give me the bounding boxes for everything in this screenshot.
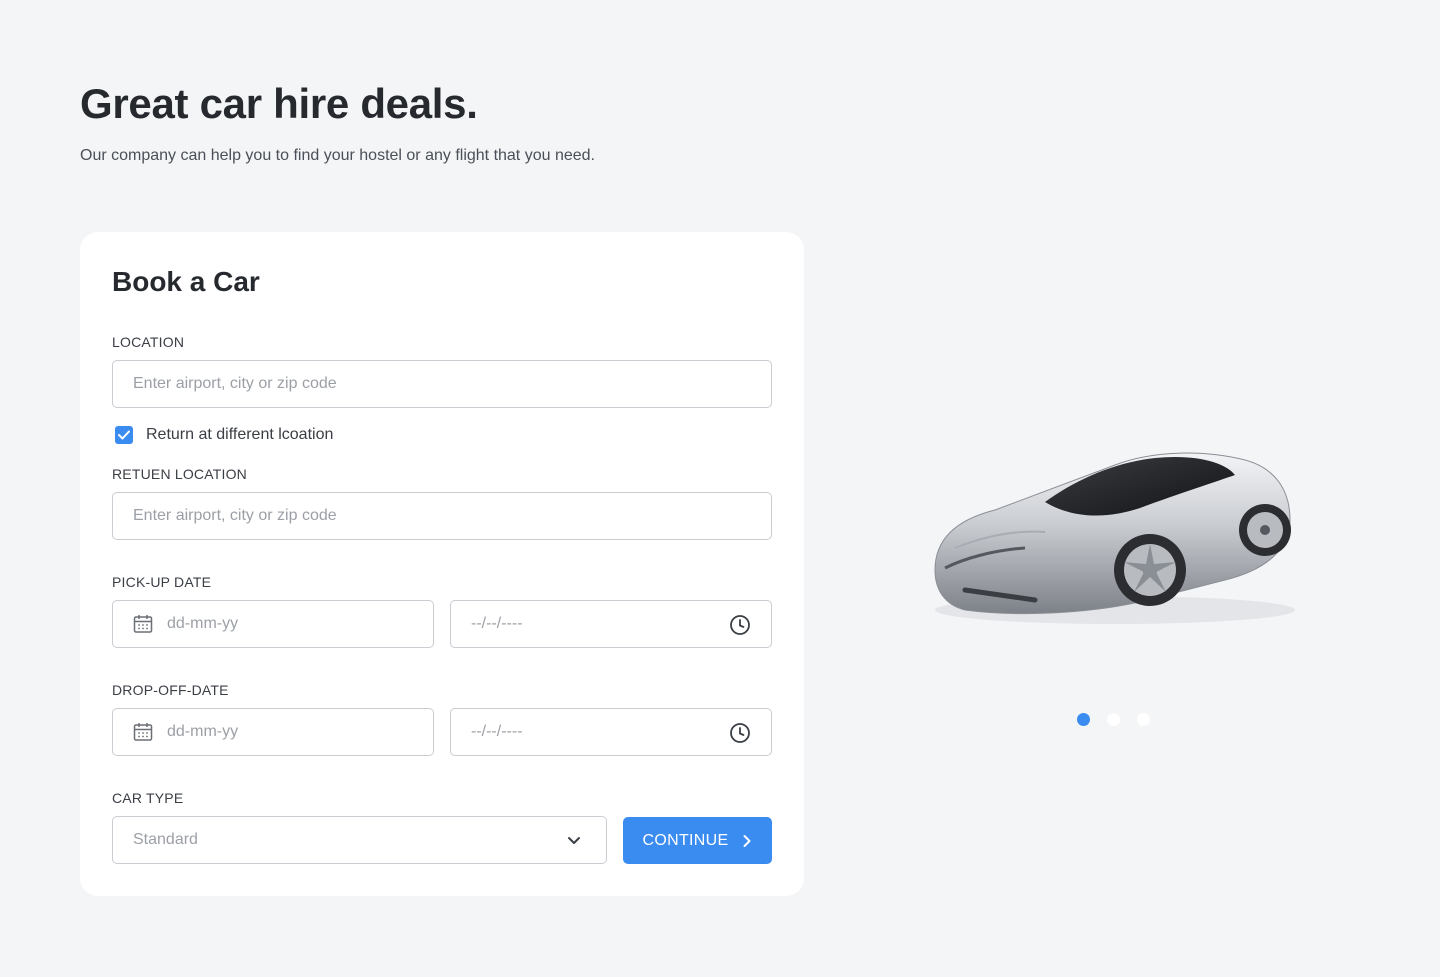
return-different-location-checkbox[interactable] [115,426,133,444]
chevron-right-icon [742,834,752,848]
return-location-field [112,492,772,540]
car-image [925,440,1305,640]
location-field [112,360,772,408]
return-different-location-label: Return at different lcoation [146,426,334,443]
pickup-time-field[interactable]: --/--/---- [450,600,772,648]
pickup-time-placeholder: --/--/---- [471,615,523,632]
clock-icon[interactable] [729,614,751,636]
return-location-label: RETUEN LOCATION [112,466,247,482]
dropoff-date-placeholder: dd-mm-yy [167,723,239,740]
car-type-select[interactable]: Standard [112,816,607,864]
dropoff-time-placeholder: --/--/---- [471,723,523,740]
form-title: Book a Car [112,266,260,297]
return-different-location-row[interactable]: Return at different lcoation [115,426,333,444]
carousel-dot-1[interactable] [1077,713,1090,726]
dropoff-time-field[interactable]: --/--/---- [450,708,772,756]
carousel-dot-3[interactable] [1137,713,1150,726]
clock-icon[interactable] [729,722,751,744]
carousel-dot-2[interactable] [1107,713,1120,726]
location-input[interactable] [133,375,751,393]
dropoff-date-field[interactable]: dd-mm-yy [112,708,434,756]
pickup-date-field[interactable]: dd-mm-yy [112,600,434,648]
dropoff-date-label: DROP-OFF-DATE [112,682,229,698]
continue-label: CONTINUE [642,831,729,849]
location-label: LOCATION [112,334,185,350]
pickup-date-placeholder: dd-mm-yy [167,615,239,632]
check-icon [118,430,130,440]
booking-card: Book a Car LOCATION Return at different … [80,232,804,896]
calendar-icon [133,722,153,742]
pickup-date-label: PICK-UP DATE [112,574,212,590]
page-subtitle: Our company can help you to find your ho… [80,147,595,164]
car-type-selected-value: Standard [133,831,198,848]
chevron-down-icon [566,832,582,848]
car-type-label: CAR TYPE [112,790,184,806]
return-location-input[interactable] [133,507,751,525]
page-title: Great car hire deals. [80,80,478,127]
carousel-dots [1077,713,1167,726]
calendar-icon [133,614,153,634]
continue-button[interactable]: CONTINUE [623,817,772,864]
